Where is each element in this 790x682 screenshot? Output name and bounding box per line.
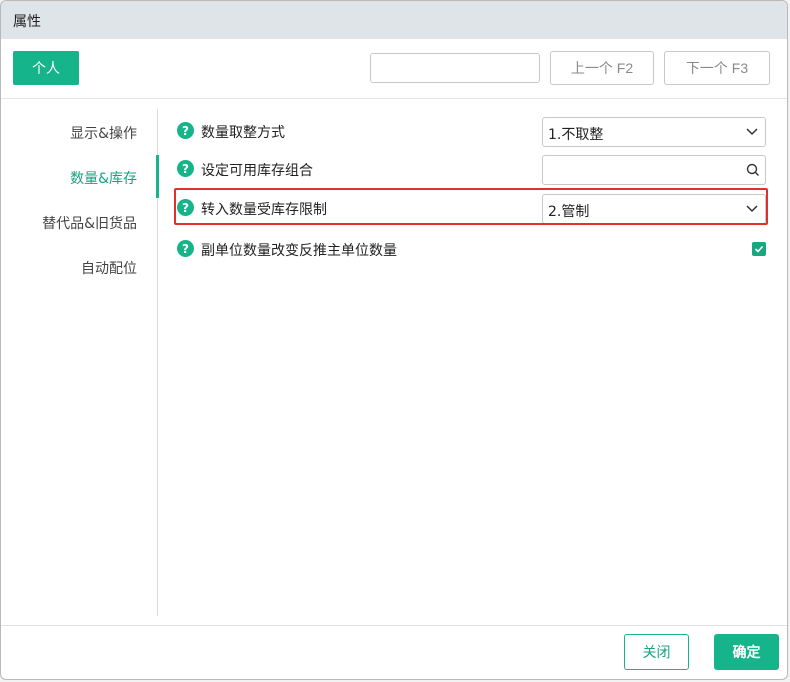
sidebar-item-substitutes[interactable]: 替代品&旧货品 xyxy=(42,213,137,233)
setting-row-rounding: ? 数量取整方式 1.不取整 xyxy=(177,117,769,147)
help-icon[interactable]: ? xyxy=(177,160,194,177)
search-icon[interactable] xyxy=(745,162,761,178)
sidebar: 显示&操作 数量&库存 替代品&旧货品 自动配位 xyxy=(1,111,159,616)
setting-row-stock-combo: ? 设定可用库存组合 xyxy=(177,155,769,185)
setting-row-sub-unit: ? 副单位数量改变反推主单位数量 xyxy=(177,235,769,263)
sidebar-item-quantity-stock[interactable]: 数量&库存 xyxy=(70,168,137,188)
chevron-down-icon xyxy=(746,128,758,136)
rounding-select[interactable]: 1.不取整 xyxy=(542,117,766,147)
setting-label: 副单位数量改变反推主单位数量 xyxy=(201,243,397,259)
sub-unit-checkbox[interactable] xyxy=(752,242,766,256)
tab-personal[interactable]: 个人 xyxy=(13,51,79,85)
window-title: 属性 xyxy=(13,14,41,30)
sidebar-item-display[interactable]: 显示&操作 xyxy=(70,123,137,143)
highlight-box xyxy=(174,188,768,225)
setting-label: 数量取整方式 xyxy=(201,125,285,141)
search-input[interactable] xyxy=(370,53,540,83)
title-bar: 属性 xyxy=(1,1,787,39)
footer-divider xyxy=(1,625,787,626)
toolbar-divider xyxy=(1,98,787,99)
prev-button[interactable]: 上一个 F2 xyxy=(550,51,654,85)
help-icon[interactable]: ? xyxy=(177,240,194,257)
stock-combo-input[interactable] xyxy=(542,155,766,185)
check-icon xyxy=(754,245,764,253)
sidebar-active-indicator xyxy=(156,155,159,198)
next-button[interactable]: 下一个 F3 xyxy=(664,51,770,85)
close-button[interactable]: 关闭 xyxy=(624,634,689,670)
setting-label: 设定可用库存组合 xyxy=(201,163,313,179)
toolbar: 个人 上一个 F2 下一个 F3 xyxy=(1,39,787,95)
select-value: 1.不取整 xyxy=(548,127,604,143)
properties-dialog: 属性 个人 上一个 F2 下一个 F3 显示&操作 数量&库存 替代品&旧货品 … xyxy=(0,0,788,680)
help-icon[interactable]: ? xyxy=(177,122,194,139)
ok-button[interactable]: 确定 xyxy=(714,634,779,670)
sidebar-item-auto-allocation[interactable]: 自动配位 xyxy=(81,258,137,278)
